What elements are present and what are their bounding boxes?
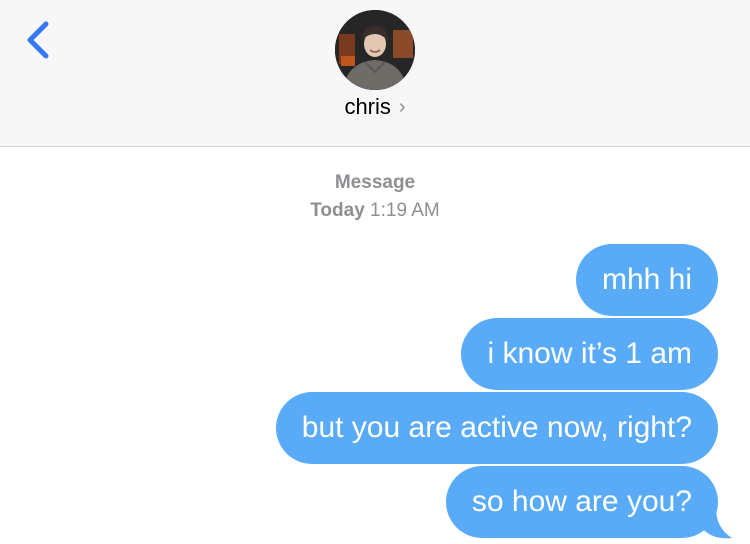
timestamp-day: Today <box>310 200 365 221</box>
bubble-tail-icon <box>702 508 732 539</box>
timestamp: Today 1:19 AM <box>0 200 750 222</box>
chevron-left-icon <box>27 21 49 59</box>
message-bubble[interactable]: but you are active now, right? <box>275 392 718 464</box>
message-bubble[interactable]: i know it’s 1 am <box>461 318 718 390</box>
avatar-photo <box>335 10 415 90</box>
contact-name: chris <box>344 94 391 119</box>
timestamp-time: 1:19 AM <box>370 200 440 221</box>
avatar[interactable] <box>335 10 415 90</box>
message-bubble[interactable]: mhh hi <box>575 244 718 316</box>
back-button[interactable] <box>16 18 60 62</box>
chevron-right-icon: › <box>398 96 406 118</box>
conversation-header: chris › <box>0 0 750 147</box>
contact-name-button[interactable]: chris › <box>0 94 750 120</box>
service-label: Message <box>334 172 416 193</box>
message-bubble[interactable]: so how are you? <box>445 466 718 538</box>
